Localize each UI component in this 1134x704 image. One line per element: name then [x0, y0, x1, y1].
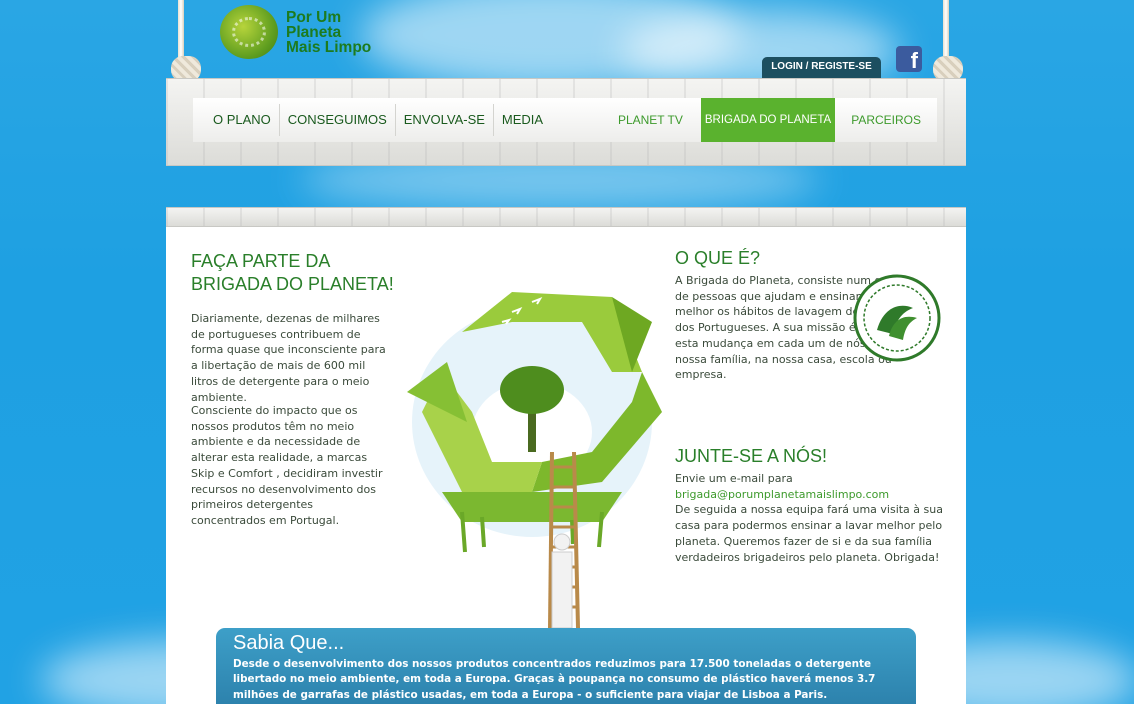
nav-media[interactable]: MEDIA: [494, 104, 551, 136]
panel-top-board: [166, 207, 966, 227]
intro-paragraph-1: Diariamente, dezenas de milhares de port…: [191, 312, 386, 404]
sabia-title: Sabia Que...: [233, 632, 345, 654]
nav-planet-tv[interactable]: PLANET TV: [610, 104, 701, 136]
site-logo[interactable]: Por Um Planeta Mais Limpo: [220, 2, 380, 62]
sabia-text: Desde o desenvolvimento dos nossos produ…: [233, 658, 876, 701]
brigada-seal-icon: [853, 274, 941, 362]
nav-conseguimos[interactable]: CONSEGUIMOS: [280, 104, 396, 136]
intro-title: FAÇA PARTE DA BRIGADA DO PLANETA!: [191, 251, 394, 294]
facebook-icon[interactable]: f: [896, 46, 922, 72]
logo-text: Por Um Planeta Mais Limpo: [286, 8, 372, 56]
recycle-illustration: [407, 292, 662, 628]
main-nav: O PLANO CONSEGUIMOS ENVOLVA-SE MEDIA PLA…: [193, 98, 937, 142]
junte-content: Envie um e-mail para brigada@porumplanet…: [675, 472, 943, 564]
nav-envolva-se[interactable]: ENVOLVA-SE: [396, 104, 494, 136]
globe-logo-icon: [220, 5, 278, 59]
junte-title: JUNTE-SE A NÓS!: [675, 446, 828, 466]
intro-paragraph-2: Consciente do impacto que os nossos prod…: [191, 404, 383, 527]
nav-parceiros[interactable]: PARCEIROS: [835, 104, 937, 136]
oque-title: O QUE É?: [675, 248, 761, 268]
nav-brigada-do-planeta[interactable]: BRIGADA DO PLANETA: [700, 98, 836, 142]
brigada-email-link[interactable]: brigada@porumplanetamaislimpo.com: [675, 488, 889, 501]
nav-o-plano[interactable]: O PLANO: [193, 104, 280, 136]
sabia-que-box: Sabia Que... Desde o desenvolvimento dos…: [216, 628, 916, 704]
